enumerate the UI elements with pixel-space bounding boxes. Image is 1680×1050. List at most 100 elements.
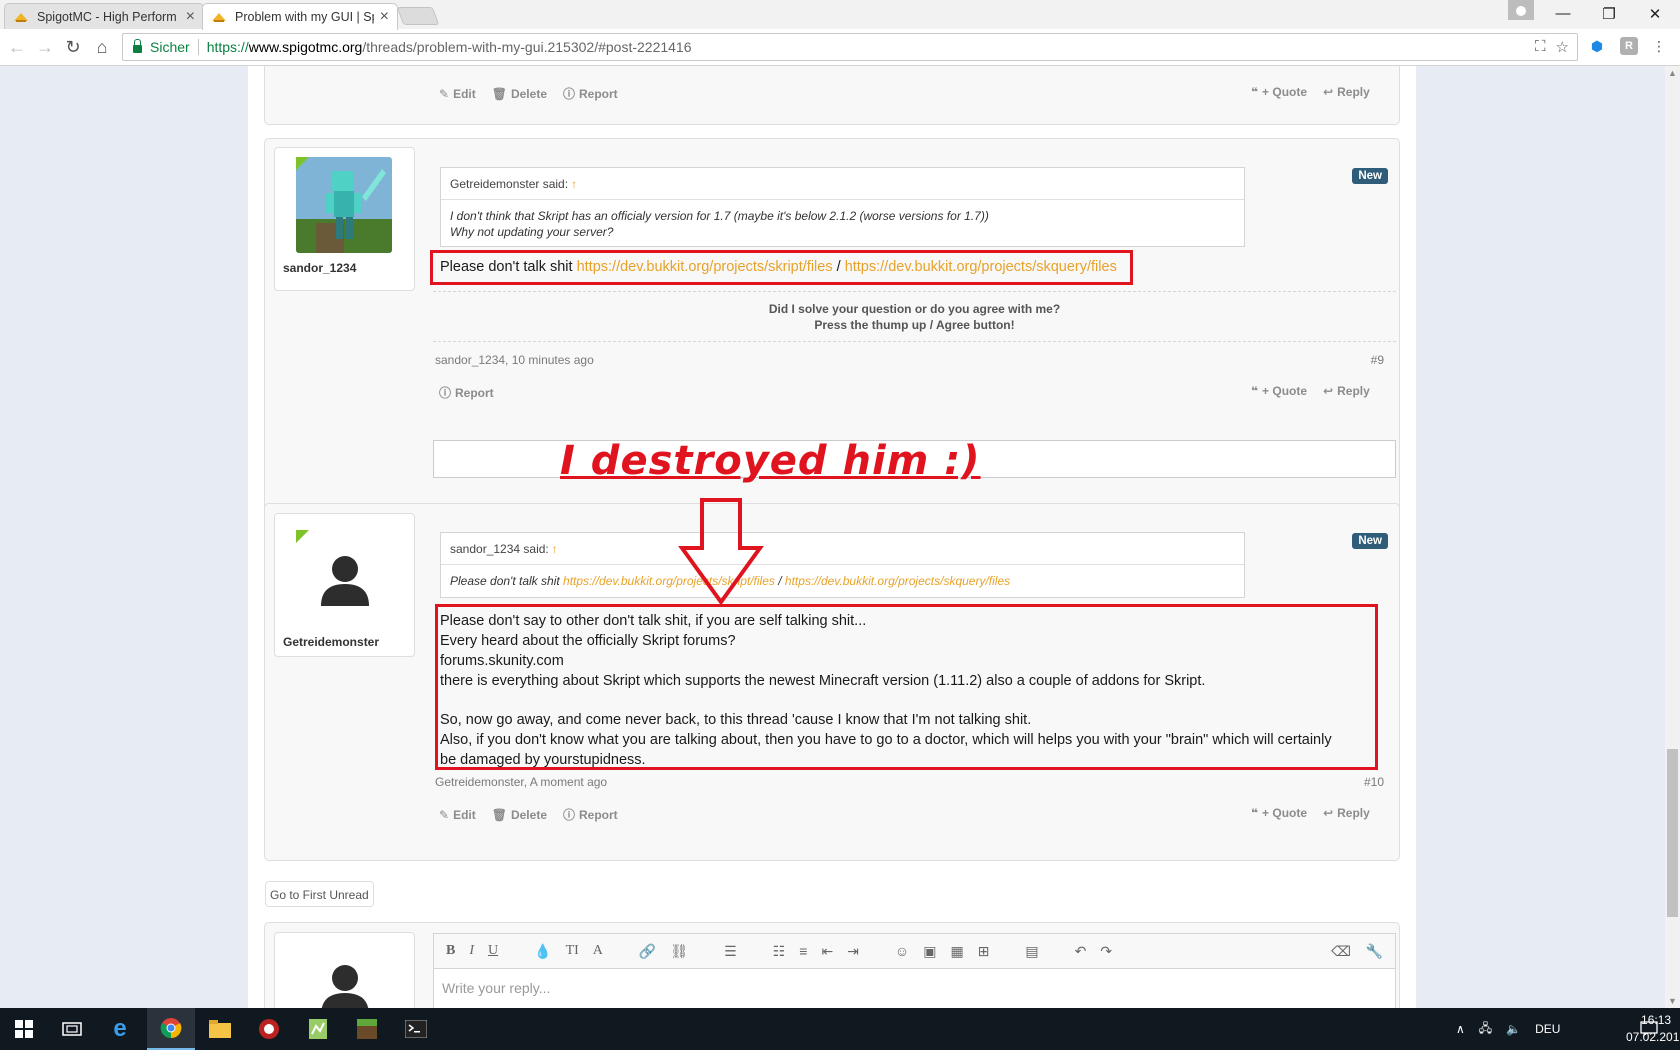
lock-icon [133, 39, 142, 53]
notifications-icon[interactable] [1640, 1008, 1658, 1050]
quote-body: Please don't talk shit https://dev.bukki… [450, 574, 1011, 588]
reload-icon[interactable]: ↻ [62, 36, 84, 58]
quote-link[interactable]: ❝ + Quote [1251, 384, 1307, 398]
bookmark-star-icon[interactable]: ☆ [1556, 38, 1569, 56]
delete-link[interactable]: 🗑 Delete [492, 85, 547, 102]
delete-link[interactable]: 🗑 Delete [492, 806, 547, 823]
new-tab-button[interactable] [396, 7, 440, 25]
annotation-down-arrow-icon [678, 498, 764, 604]
menu-kebab-icon[interactable]: ⋮ [1650, 37, 1668, 55]
undo-icon[interactable]: ↶ [1075, 943, 1087, 960]
tab-close-icon[interactable]: × [380, 8, 389, 26]
quote-link[interactable]: ❝ + Quote [1251, 85, 1307, 99]
signature-divider [433, 341, 1396, 342]
task-view-icon[interactable] [48, 1008, 96, 1050]
report-link[interactable]: ⓘ Report [563, 85, 618, 102]
browser-toolbar: ← → ↻ ⌂ Sicher https:// www.spigotmc.org… [0, 29, 1680, 66]
media-icon[interactable]: ▦ [950, 943, 963, 960]
font-family-icon[interactable]: A [593, 943, 603, 959]
scroll-thumb[interactable] [1667, 749, 1678, 917]
address-bar[interactable]: Sicher https:// www.spigotmc.org /thread… [122, 33, 1578, 61]
quote-jump-arrow-icon[interactable]: ↑ [571, 177, 577, 191]
outdent-icon[interactable]: ⇤ [821, 943, 833, 960]
quote-author[interactable]: Getreidemonster said: [450, 177, 568, 191]
windows-start-icon[interactable] [0, 1008, 48, 1050]
quote-jump-arrow-icon[interactable]: ↑ [552, 542, 558, 556]
align-icon[interactable]: ☰ [724, 943, 737, 960]
go-to-first-unread-button[interactable]: Go to First Unread [265, 881, 374, 907]
text-color-icon[interactable]: 💧 [534, 943, 551, 960]
profile-icon[interactable] [1508, 0, 1534, 20]
tray-expand-icon[interactable]: ∧ [1456, 1022, 1465, 1036]
edit-link[interactable]: ✎ Edit [439, 85, 476, 102]
reply-link[interactable]: ↩ Reply [1323, 806, 1370, 820]
reply-textarea[interactable]: Write your reply... [433, 969, 1396, 1008]
numbered-list-icon[interactable]: ≡ [799, 943, 807, 959]
language-indicator[interactable]: DEU [1535, 1022, 1560, 1036]
spigot-favicon-icon [14, 13, 28, 22]
reply-link[interactable]: ↩ Reply [1323, 85, 1370, 99]
redo-icon[interactable]: ↷ [1100, 943, 1112, 960]
close-window-icon[interactable]: ✕ [1632, 0, 1678, 27]
page-scrollbar[interactable]: ▲ ▼ [1665, 66, 1680, 1008]
chrome-icon[interactable] [147, 1008, 195, 1050]
underline-icon[interactable]: U [488, 943, 498, 959]
forward-icon[interactable]: → [34, 36, 56, 58]
report-link[interactable]: ⓘ Report [439, 384, 494, 401]
quote-body: I don't think that Skript has an officia… [441, 200, 1244, 240]
post-meta[interactable]: sandor_1234, 10 minutes ago [435, 353, 594, 367]
remove-format-icon[interactable]: ⌫ [1331, 943, 1351, 960]
tools-wrench-icon[interactable]: 🔧 [1366, 943, 1383, 960]
url-path: /threads/problem-with-my-gui.215302/#pos… [362, 39, 692, 55]
quote-link[interactable]: ❝ + Quote [1251, 806, 1307, 820]
scroll-up-icon[interactable]: ▲ [1665, 66, 1680, 80]
restore-icon[interactable]: ❐ [1586, 0, 1632, 27]
post-number[interactable]: #10 [1364, 775, 1384, 789]
font-size-icon[interactable]: TI [566, 943, 579, 959]
report-link[interactable]: ⓘ Report [563, 806, 618, 823]
unlink-icon[interactable]: ⛓ [670, 943, 688, 960]
skquery-files-link[interactable]: https://dev.bukkit.org/projects/skquery/… [785, 574, 1010, 588]
post-number[interactable]: #9 [1371, 353, 1384, 367]
home-icon[interactable]: ⌂ [91, 36, 113, 58]
quote-author[interactable]: sandor_1234 said: [450, 542, 549, 556]
network-icon[interactable]: 🖧 [1479, 1019, 1492, 1040]
previous-post: ✎ Edit 🗑 Delete ⓘ Report ❝ + Quote ↩ Rep… [264, 66, 1400, 125]
link-icon[interactable]: 🔗 [639, 943, 656, 960]
insert-icon[interactable]: ⊞ [978, 943, 990, 960]
bullet-list-icon[interactable]: ☷ [773, 943, 786, 960]
post-meta[interactable]: Getreidemonster, A moment ago [435, 775, 607, 789]
reply-editor-post: B I U 💧 TI A 🔗 ⛓ ☰ ☷ ≡ ⇤ ⇥ ☺ ▣ ▦ ⊞ ▤ ↶ ↷… [264, 922, 1400, 1008]
online-indicator-icon [296, 157, 309, 170]
extension-shield-icon[interactable]: ⬢ [1588, 37, 1606, 55]
notepad-plus-icon[interactable] [294, 1008, 342, 1050]
file-explorer-icon[interactable] [196, 1008, 244, 1050]
image-icon[interactable]: ▣ [923, 943, 936, 960]
smiley-icon[interactable]: ☺ [895, 943, 909, 959]
extension-r-icon[interactable]: R [1620, 37, 1638, 55]
default-avatar-icon[interactable] [319, 554, 371, 606]
back-icon[interactable]: ← [6, 36, 28, 58]
username[interactable]: sandor_1234 [283, 261, 356, 275]
quote-header: sandor_1234 said: ↑ [441, 533, 1244, 565]
edge-browser-icon[interactable]: e [96, 1008, 144, 1050]
tab-close-icon[interactable]: × [186, 8, 195, 26]
indent-icon[interactable]: ⇥ [847, 943, 859, 960]
game-app-icon[interactable] [245, 1008, 293, 1050]
save-draft-icon[interactable]: ▤ [1025, 943, 1038, 960]
tab-title: Problem with my GUI | Sp [235, 10, 374, 24]
tab-problem-with-my-gui[interactable]: Problem with my GUI | Sp × [202, 3, 398, 30]
terminal-icon[interactable] [392, 1008, 440, 1050]
username[interactable]: Getreidemonster [283, 635, 379, 649]
minimize-icon[interactable]: — [1540, 0, 1586, 27]
reply-link[interactable]: ↩ Reply [1323, 384, 1370, 398]
avatar[interactable] [296, 157, 392, 253]
italic-icon[interactable]: I [469, 943, 474, 959]
translate-icon[interactable]: ⛶ [1535, 38, 1546, 56]
minecraft-icon[interactable] [343, 1008, 391, 1050]
bold-icon[interactable]: B [446, 943, 455, 959]
volume-icon[interactable]: 🔈 [1506, 1022, 1521, 1036]
edit-link[interactable]: ✎ Edit [439, 806, 476, 823]
scroll-down-icon[interactable]: ▼ [1665, 994, 1680, 1008]
tab-spigotmc-home[interactable]: SpigotMC - High Perform × [4, 3, 204, 30]
